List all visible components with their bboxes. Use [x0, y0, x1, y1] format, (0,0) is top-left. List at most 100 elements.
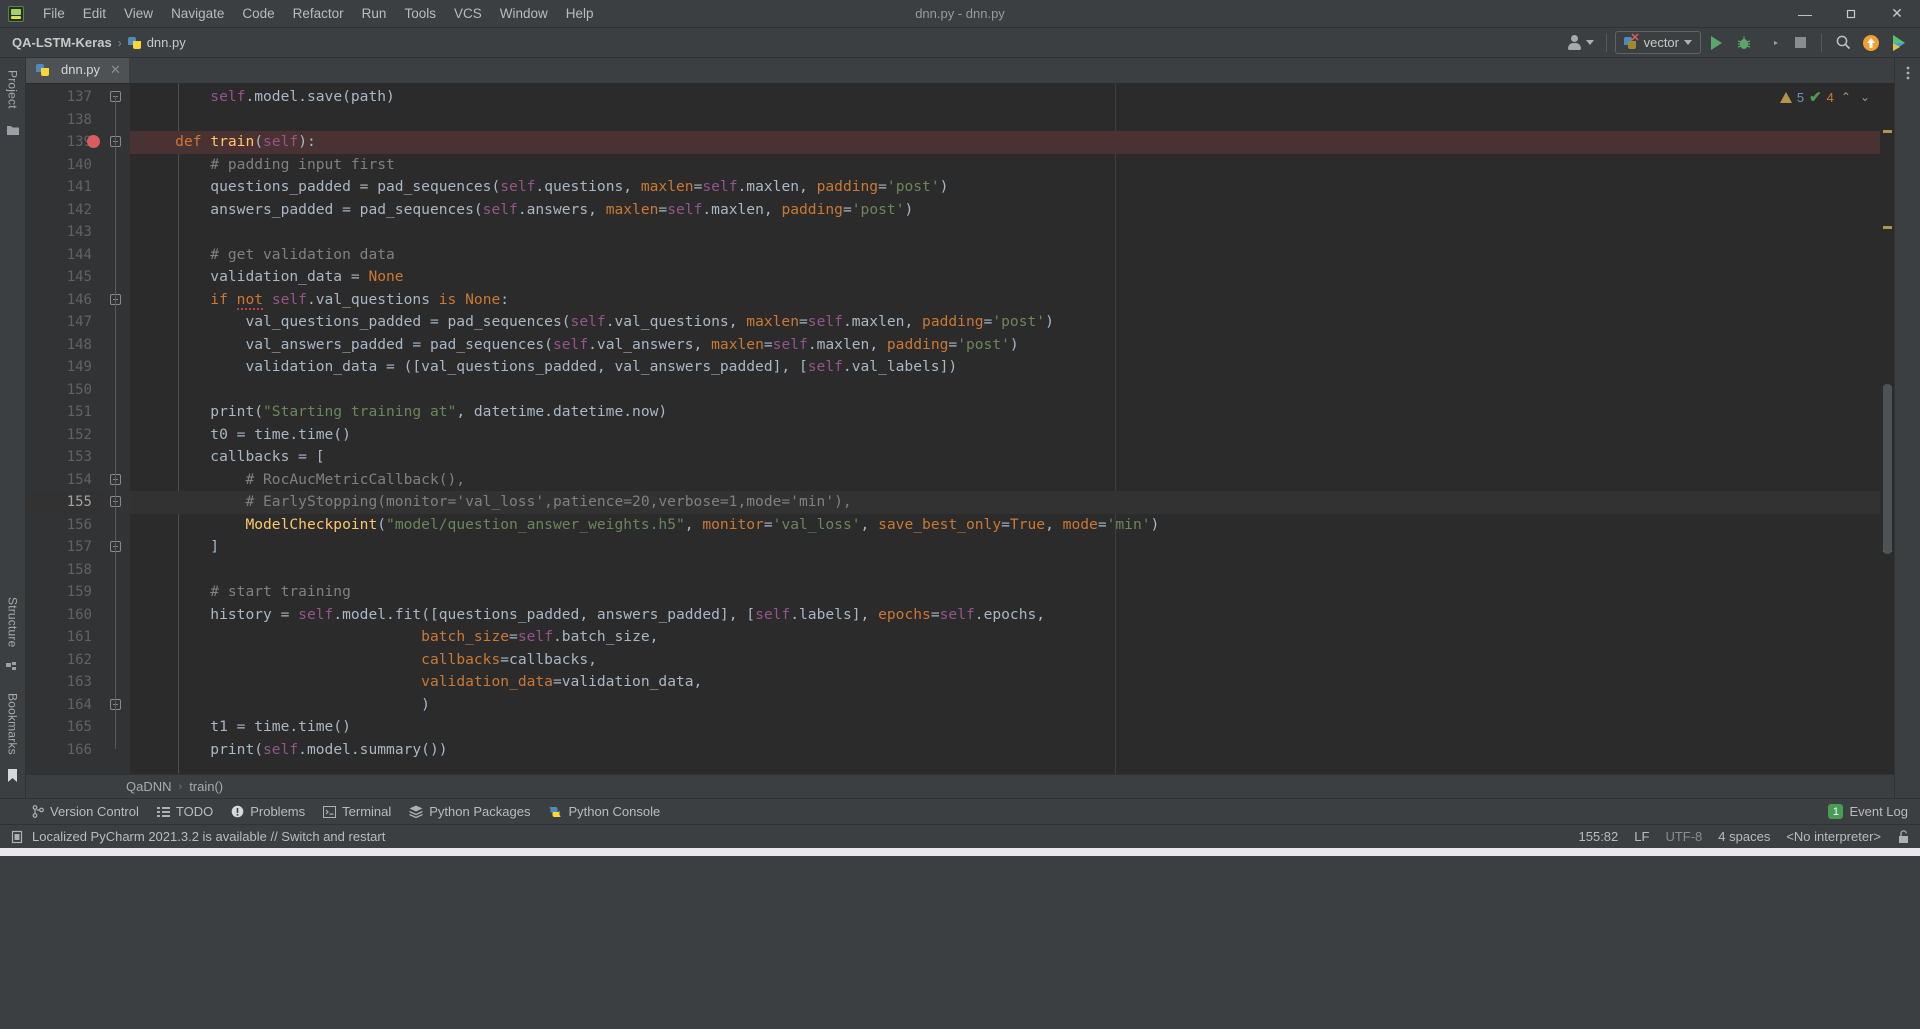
- more-options-icon[interactable]: [1906, 66, 1910, 85]
- line-number[interactable]: 163: [26, 671, 104, 694]
- interpreter-selector[interactable]: <No interpreter>: [1786, 829, 1881, 844]
- code-folding-gutter[interactable]: [104, 84, 130, 774]
- line-number[interactable]: 142: [26, 199, 104, 222]
- menu-bar[interactable]: File Edit View Navigate Code Refactor Run Tools…: [34, 2, 603, 25]
- line-number[interactable]: 164: [26, 694, 104, 717]
- sidebar-item-project[interactable]: Project: [6, 64, 20, 115]
- line-number[interactable]: 162: [26, 649, 104, 672]
- fold-row[interactable]: [104, 424, 130, 447]
- line-number[interactable]: 147: [26, 311, 104, 334]
- menu-item-code[interactable]: Code: [233, 2, 283, 25]
- event-log-label[interactable]: Event Log: [1849, 804, 1908, 819]
- editor-tab[interactable]: dnn.py ✕: [26, 58, 129, 83]
- breadcrumb-file[interactable]: dnn.py: [127, 35, 186, 50]
- menu-item-navigate[interactable]: Navigate: [162, 2, 233, 25]
- menu-item-file[interactable]: File: [34, 2, 74, 25]
- fold-row[interactable]: [104, 154, 130, 177]
- code-line[interactable]: [130, 109, 1880, 132]
- caret-position[interactable]: 155:82: [1579, 829, 1619, 844]
- code-line[interactable]: def train(self):: [130, 131, 1880, 154]
- code-area[interactable]: 137 138 139 140 141 142 143 144 145 146 147 148 149 1…: [26, 84, 1894, 774]
- tool-window-problems[interactable]: Problems: [231, 804, 305, 819]
- sidebar-item-bookmarks[interactable]: Bookmarks: [6, 687, 20, 761]
- run-button[interactable]: [1703, 30, 1729, 56]
- indent-setting[interactable]: 4 spaces: [1718, 829, 1770, 844]
- project-folder-icon[interactable]: [6, 123, 20, 141]
- tool-window-terminal[interactable]: Terminal: [323, 804, 391, 819]
- stop-button[interactable]: [1787, 30, 1813, 56]
- fold-row[interactable]: [104, 469, 130, 492]
- line-number[interactable]: 143: [26, 221, 104, 244]
- code-line[interactable]: print(self.model.summary()): [130, 739, 1880, 762]
- code-line[interactable]: callbacks = [: [130, 446, 1880, 469]
- line-number[interactable]: 160: [26, 604, 104, 627]
- menu-item-vcs[interactable]: VCS: [445, 2, 491, 25]
- line-number[interactable]: 137: [26, 86, 104, 109]
- line-number[interactable]: 150: [26, 379, 104, 402]
- previous-highlight-icon[interactable]: ⌃: [1839, 90, 1853, 104]
- run-configuration-selector[interactable]: ✕ vector: [1614, 31, 1701, 54]
- code-line[interactable]: self.model.save(path): [130, 86, 1880, 109]
- fold-row[interactable]: [104, 536, 130, 559]
- code-line[interactable]: # padding input first: [130, 154, 1880, 177]
- line-number[interactable]: 141: [26, 176, 104, 199]
- code-line[interactable]: [130, 559, 1880, 582]
- fold-row[interactable]: [104, 221, 130, 244]
- tool-window-python-console[interactable]: Python Console: [548, 804, 660, 819]
- fold-row[interactable]: [104, 514, 130, 537]
- code-line[interactable]: history = self.model.fit([questions_padd…: [130, 604, 1880, 627]
- editor-scrollbar[interactable]: [1880, 84, 1894, 774]
- menu-item-run[interactable]: Run: [353, 2, 396, 25]
- code-line[interactable]: validation_data=validation_data,: [130, 671, 1880, 694]
- code-line[interactable]: # start training: [130, 581, 1880, 604]
- line-number[interactable]: 156: [26, 514, 104, 537]
- search-everywhere-button[interactable]: [1830, 30, 1856, 56]
- breadcrumb-project[interactable]: QA-LSTM-Keras: [12, 35, 112, 50]
- menu-item-help[interactable]: Help: [557, 2, 603, 25]
- menu-item-view[interactable]: View: [115, 2, 162, 25]
- ide-features-button[interactable]: [1886, 30, 1912, 56]
- code-line[interactable]: ModelCheckpoint("model/question_answer_w…: [130, 514, 1880, 537]
- line-number[interactable]: 154: [26, 469, 104, 492]
- code-line[interactable]: batch_size=self.batch_size,: [130, 626, 1880, 649]
- fold-row[interactable]: [104, 311, 130, 334]
- fold-row[interactable]: [104, 131, 130, 154]
- fold-row[interactable]: [104, 176, 130, 199]
- line-separator[interactable]: LF: [1634, 829, 1649, 844]
- inspection-widget[interactable]: 5 ✔ 4 ⌃ ⌄: [1779, 88, 1872, 106]
- fold-row[interactable]: [104, 716, 130, 739]
- bookmark-icon[interactable]: [7, 769, 18, 788]
- fold-row[interactable]: [104, 334, 130, 357]
- fold-row[interactable]: [104, 559, 130, 582]
- line-number[interactable]: 153: [26, 446, 104, 469]
- menu-item-edit[interactable]: Edit: [74, 2, 115, 25]
- breadcrumb-class[interactable]: QaDNN: [126, 779, 172, 794]
- menu-item-window[interactable]: Window: [491, 2, 557, 25]
- line-number[interactable]: 166: [26, 739, 104, 762]
- code-line[interactable]: # EarlyStopping(monitor='val_loss',patie…: [130, 491, 1880, 514]
- sidebar-item-structure[interactable]: Structure: [6, 591, 20, 654]
- file-encoding[interactable]: UTF-8: [1665, 829, 1702, 844]
- status-notification-icon[interactable]: [10, 830, 24, 844]
- event-log-area[interactable]: 1 Event Log: [1828, 804, 1920, 819]
- breakpoint-icon[interactable]: [87, 135, 100, 148]
- fold-row[interactable]: [104, 671, 130, 694]
- menu-item-refactor[interactable]: Refactor: [284, 2, 353, 25]
- status-message[interactable]: Localized PyCharm 2021.3.2 is available …: [32, 829, 385, 844]
- close-button[interactable]: ✕: [1874, 0, 1920, 28]
- menu-item-tools[interactable]: Tools: [395, 2, 445, 25]
- code-line[interactable]: t0 = time.time(): [130, 424, 1880, 447]
- line-number[interactable]: 140: [26, 154, 104, 177]
- minimize-button[interactable]: —: [1782, 0, 1828, 28]
- code-line[interactable]: validation_data = ([val_questions_padded…: [130, 356, 1880, 379]
- line-number[interactable]: 152: [26, 424, 104, 447]
- editor[interactable]: 5 ✔ 4 ⌃ ⌄ 137 138 139 140 141 142 143 144 145 146…: [26, 84, 1894, 774]
- fold-row[interactable]: [104, 266, 130, 289]
- line-number[interactable]: 145: [26, 266, 104, 289]
- fold-row[interactable]: [104, 199, 130, 222]
- code-line[interactable]: print("Starting training at", datetime.d…: [130, 401, 1880, 424]
- code-line[interactable]: callbacks=callbacks,: [130, 649, 1880, 672]
- tool-window-version-control[interactable]: Version Control: [32, 804, 139, 819]
- code-line[interactable]: val_answers_padded = pad_sequences(self.…: [130, 334, 1880, 357]
- code-line[interactable]: val_questions_padded = pad_sequences(sel…: [130, 311, 1880, 334]
